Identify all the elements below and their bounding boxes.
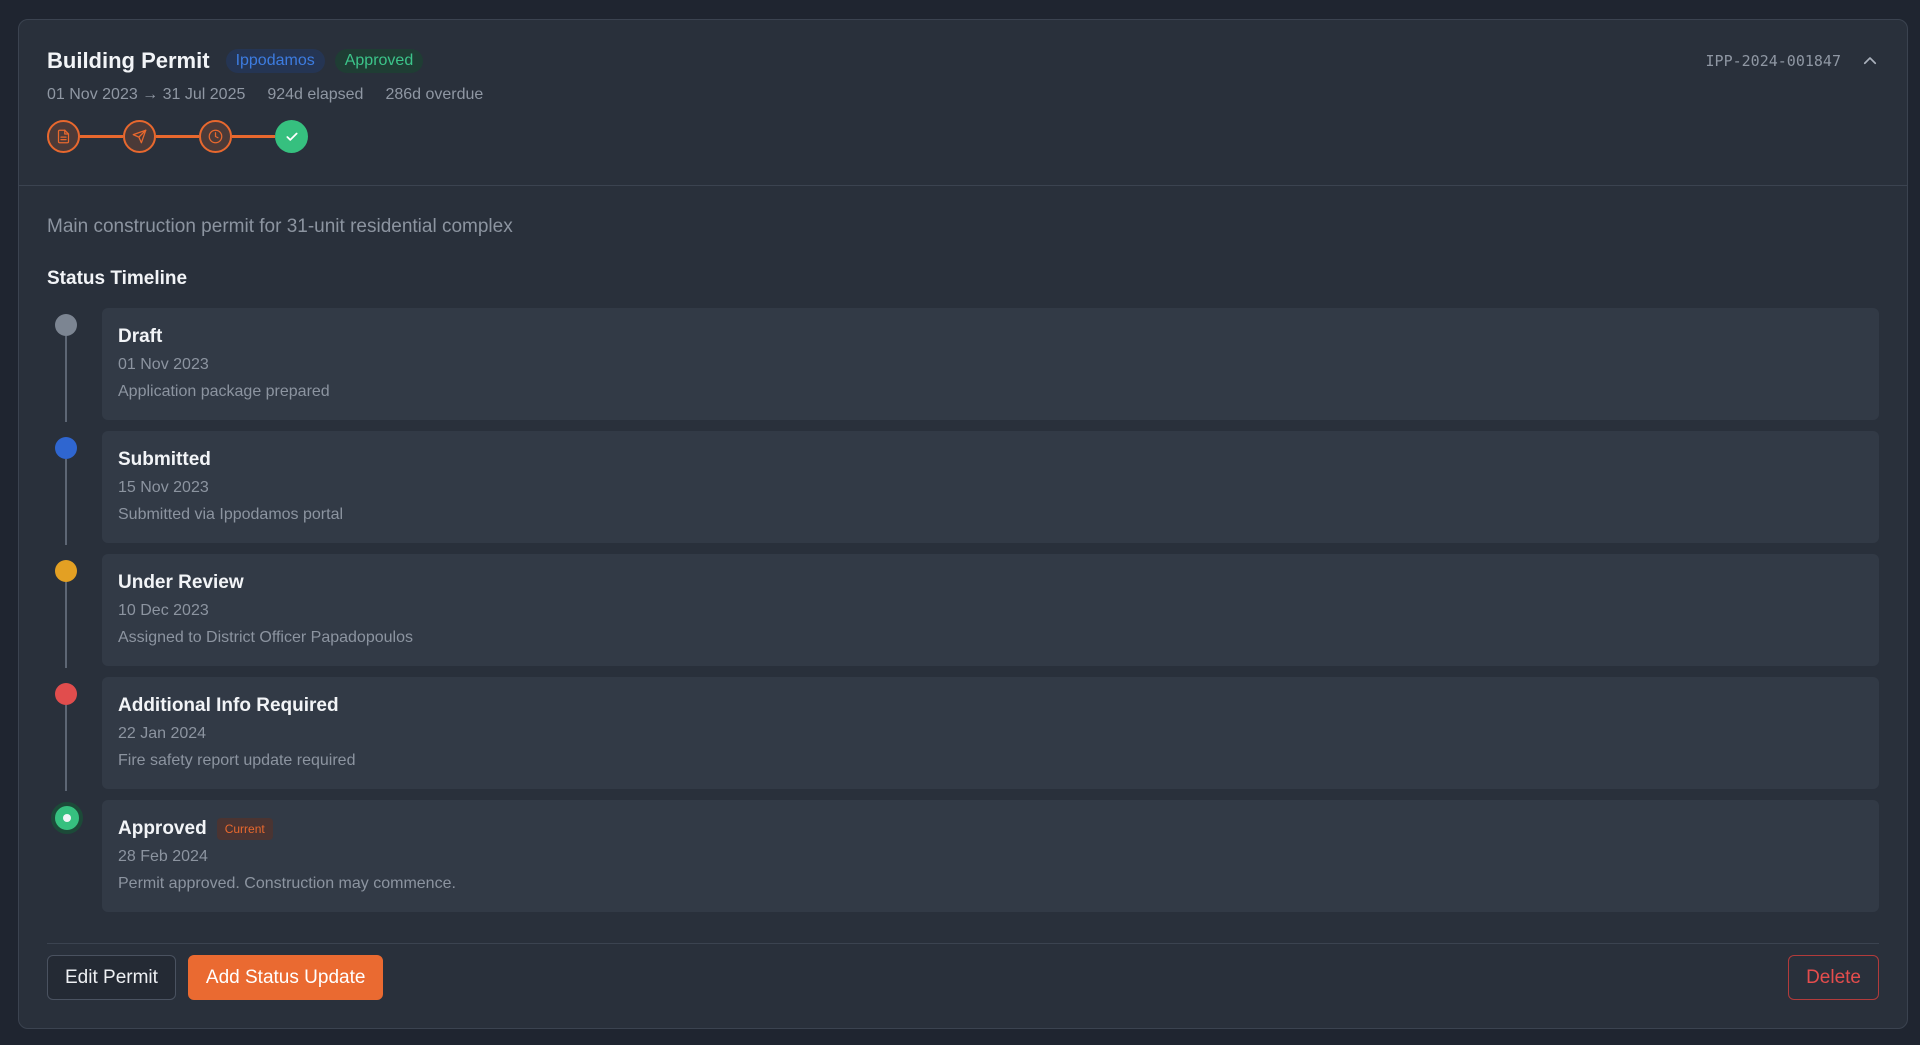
timeline-dot <box>55 314 77 336</box>
timeline-date: 22 Jan 2024 <box>118 725 207 742</box>
step-approved <box>275 120 308 153</box>
permit-meta: 01 Nov 2023 → 31 Jul 2025 924d elapsed 2… <box>47 86 1879 104</box>
step-connector <box>156 135 199 138</box>
timeline-connector <box>65 459 67 545</box>
timeline-card: Submitted 15 Nov 2023 Submitted via Ippo… <box>102 431 1879 543</box>
timeline-dot <box>55 560 77 582</box>
progress-steps <box>47 120 1879 153</box>
status-badge: Approved <box>334 49 424 73</box>
timeline-status: Additional Info Required <box>118 695 339 716</box>
timeline-card: Additional Info Required 22 Jan 2024 Fir… <box>102 677 1879 789</box>
timeline-card: Draft 01 Nov 2023 Application package pr… <box>102 308 1879 420</box>
date-range: 01 Nov 2023 → 31 Jul 2025 <box>47 86 246 103</box>
timeline-dot <box>55 437 77 459</box>
step-review <box>199 120 232 153</box>
timeline-item: Submitted 15 Nov 2023 Submitted via Ippo… <box>47 431 1879 554</box>
timeline-card: Approved Current 28 Feb 2024 Permit appr… <box>102 800 1879 912</box>
timeline-status: Under Review <box>118 572 244 593</box>
edit-permit-button[interactable]: Edit Permit <box>47 955 176 1000</box>
footer-divider <box>47 943 1879 944</box>
current-badge: Current <box>216 818 273 840</box>
timeline-connector <box>65 582 67 668</box>
timeline-connector <box>65 336 67 422</box>
timeline-note: Permit approved. Construction may commen… <box>118 875 456 892</box>
chevron-up-icon[interactable] <box>1861 52 1879 70</box>
header-right: IPP-2024-001847 <box>1706 52 1879 70</box>
timeline-item: Additional Info Required 22 Jan 2024 Fir… <box>47 677 1879 800</box>
status-timeline: Draft 01 Nov 2023 Application package pr… <box>47 308 1879 923</box>
timeline-card-head: Approved Current <box>118 818 1863 840</box>
timeline-dot <box>55 683 77 705</box>
timeline-card-head: Submitted <box>118 449 1863 471</box>
timeline-date: 01 Nov 2023 <box>118 356 209 373</box>
permit-card: Building Permit Ippodamos Approved 01 No… <box>18 19 1908 1029</box>
clock-icon <box>208 129 223 144</box>
permit-header[interactable]: Building Permit Ippodamos Approved 01 No… <box>19 20 1907 186</box>
timeline-date: 15 Nov 2023 <box>118 479 209 496</box>
document-icon <box>57 129 70 144</box>
overdue-days: 286d overdue <box>385 86 484 103</box>
timeline-status: Submitted <box>118 449 211 470</box>
permit-actions: Edit Permit Add Status Update Delete <box>47 955 1879 1000</box>
permit-body: Main construction permit for 31-unit res… <box>19 186 1907 923</box>
timeline-note: Application package prepared <box>118 383 330 400</box>
timeline-item: Draft 01 Nov 2023 Application package pr… <box>47 308 1879 431</box>
add-status-update-button[interactable]: Add Status Update <box>187 955 384 1000</box>
timeline-date: 10 Dec 2023 <box>118 602 209 619</box>
step-submitted <box>123 120 156 153</box>
timeline-date: 28 Feb 2024 <box>118 848 208 865</box>
step-connector <box>232 135 275 138</box>
timeline-item: Under Review 10 Dec 2023 Assigned to Dis… <box>47 554 1879 677</box>
timeline-dot-current <box>51 802 83 834</box>
authority-badge: Ippodamos <box>225 49 325 73</box>
delete-button[interactable]: Delete <box>1788 955 1879 1000</box>
step-draft <box>47 120 80 153</box>
elapsed-days: 924d elapsed <box>267 86 364 103</box>
title-row: Building Permit Ippodamos Approved <box>47 48 1879 74</box>
timeline-item: Approved Current 28 Feb 2024 Permit appr… <box>47 800 1879 923</box>
timeline-card-head: Under Review <box>118 572 1863 594</box>
timeline-card: Under Review 10 Dec 2023 Assigned to Dis… <box>102 554 1879 666</box>
timeline-title: Status Timeline <box>47 268 188 289</box>
permit-description: Main construction permit for 31-unit res… <box>47 216 513 237</box>
timeline-connector <box>65 705 67 791</box>
timeline-note: Submitted via Ippodamos portal <box>118 506 344 523</box>
send-icon <box>132 129 147 144</box>
timeline-status: Approved <box>118 818 207 839</box>
step-connector <box>80 135 123 138</box>
timeline-note: Fire safety report update required <box>118 752 356 769</box>
timeline-status: Draft <box>118 326 163 347</box>
timeline-card-head: Additional Info Required <box>118 695 1863 717</box>
permit-reference: IPP-2024-001847 <box>1705 52 1841 70</box>
timeline-note: Assigned to District Officer Papadopoulo… <box>118 629 413 646</box>
timeline-card-head: Draft <box>118 326 1863 348</box>
permit-title: Building Permit <box>47 48 210 73</box>
check-icon <box>285 132 298 141</box>
